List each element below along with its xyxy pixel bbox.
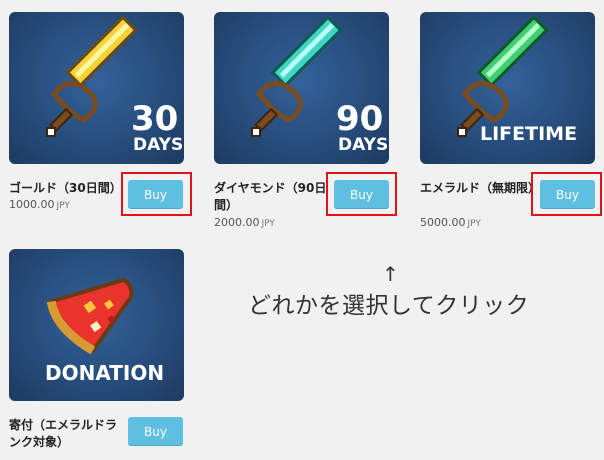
sword-icon: LIFETIME: [457, 15, 577, 145]
annotation-text: どれかを選択してクリック: [248, 293, 530, 319]
price-value: 1000.00: [9, 198, 55, 211]
badge-text: DAYS: [133, 135, 183, 155]
product-name: エメラルド（無期限）: [420, 181, 541, 195]
highlight-box-emerald: [531, 172, 602, 216]
pizza-icon: DONATION: [45, 277, 164, 385]
badge-text: DONATION: [45, 361, 164, 385]
sword-icon: 30 DAYS: [46, 15, 183, 155]
sword-icon: 90 DAYS: [251, 15, 388, 155]
product-image-donation[interactable]: DONATION: [9, 249, 184, 401]
product-price: 5000.00 JPY: [420, 216, 481, 229]
price-currency: JPY: [467, 219, 481, 229]
product-price: 1000.00 JPY: [9, 198, 70, 211]
product-image-gold[interactable]: 30 DAYS: [9, 12, 184, 164]
badge-text: DAYS: [338, 135, 388, 155]
badge-number: 30: [131, 99, 178, 139]
highlight-box-diamond: [326, 172, 397, 216]
price-currency: JPY: [56, 201, 70, 211]
product-image-emerald[interactable]: LIFETIME: [420, 12, 595, 164]
buy-button-donation[interactable]: Buy: [128, 417, 183, 446]
product-name: ゴールド（30日間）: [9, 181, 122, 195]
product-name: ダイヤモンド（90日間）: [214, 181, 327, 212]
badge-number: 90: [336, 99, 383, 139]
product-price: 2000.00 JPY: [214, 216, 275, 229]
price-value: 2000.00: [214, 216, 260, 229]
annotation-arrow: ↑: [382, 262, 399, 286]
price-currency: JPY: [261, 219, 275, 229]
highlight-box-gold: [121, 172, 192, 216]
product-image-diamond[interactable]: 90 DAYS: [214, 12, 389, 164]
product-name: 寄付（エメラルドランク対象）: [9, 418, 118, 449]
badge-text: LIFETIME: [480, 123, 577, 145]
price-value: 5000.00: [420, 216, 466, 229]
